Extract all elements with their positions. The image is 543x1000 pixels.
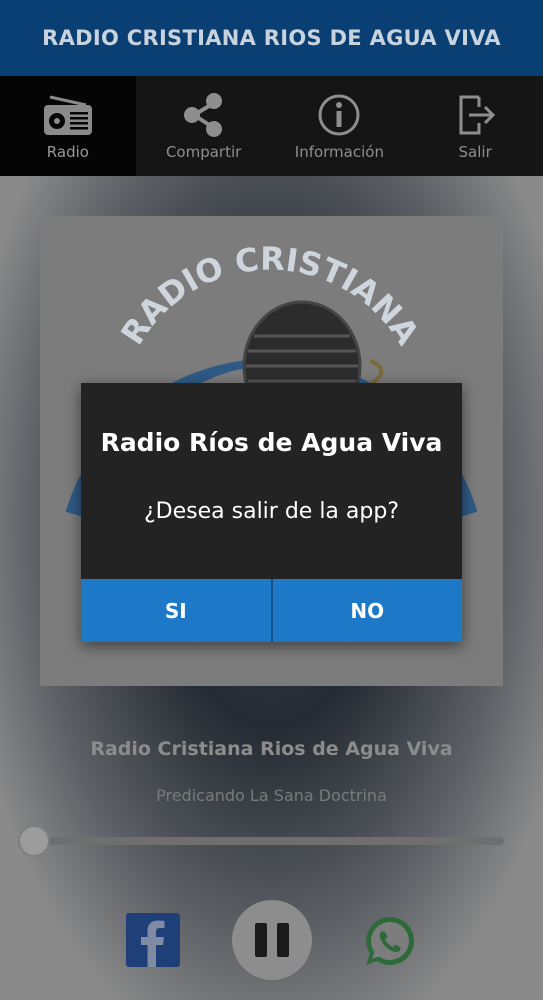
pause-icon bbox=[255, 923, 267, 957]
whatsapp-icon bbox=[366, 917, 414, 965]
pause-icon-bar bbox=[277, 923, 289, 957]
exit-dialog: Radio Ríos de Agua Viva ¿Desea salir de … bbox=[81, 383, 462, 642]
volume-slider-track[interactable] bbox=[34, 837, 504, 845]
info-icon bbox=[318, 94, 360, 136]
tab-informacion[interactable]: Información bbox=[272, 76, 408, 176]
tab-radio[interactable]: Radio bbox=[0, 76, 136, 176]
tab-salir[interactable]: Salir bbox=[407, 76, 543, 176]
dialog-button-row: SI NO bbox=[81, 579, 462, 642]
radio-icon bbox=[43, 95, 92, 135]
app-header: RADIO CRISTIANA RIOS DE AGUA VIVA bbox=[0, 0, 543, 76]
facebook-button[interactable] bbox=[126, 913, 180, 967]
tab-radio-label: Radio bbox=[46, 143, 89, 161]
station-name: Radio Cristiana Rios de Agua Viva bbox=[90, 738, 453, 760]
whatsapp-button[interactable] bbox=[362, 913, 418, 969]
pause-button[interactable] bbox=[232, 900, 312, 980]
dialog-message: ¿Desea salir de la app? bbox=[144, 499, 399, 524]
tab-compartir-label: Compartir bbox=[165, 143, 242, 161]
yes-button[interactable]: SI bbox=[81, 579, 271, 642]
dialog-title: Radio Ríos de Agua Viva bbox=[100, 428, 443, 457]
exit-icon bbox=[459, 95, 496, 135]
tab-bar: Radio Compartir Información Salir bbox=[0, 76, 543, 176]
tab-informacion-label: Información bbox=[294, 143, 384, 161]
volume-slider-thumb[interactable] bbox=[18, 825, 50, 857]
app-title: RADIO CRISTIANA RIOS DE AGUA VIVA bbox=[42, 26, 501, 50]
station-slogan: Predicando La Sana Doctrina bbox=[156, 786, 387, 805]
facebook-icon bbox=[141, 920, 165, 967]
tab-salir-label: Salir bbox=[458, 143, 492, 161]
no-button[interactable]: NO bbox=[270, 579, 462, 642]
tab-compartir[interactable]: Compartir bbox=[136, 76, 272, 176]
share-icon bbox=[183, 93, 222, 137]
